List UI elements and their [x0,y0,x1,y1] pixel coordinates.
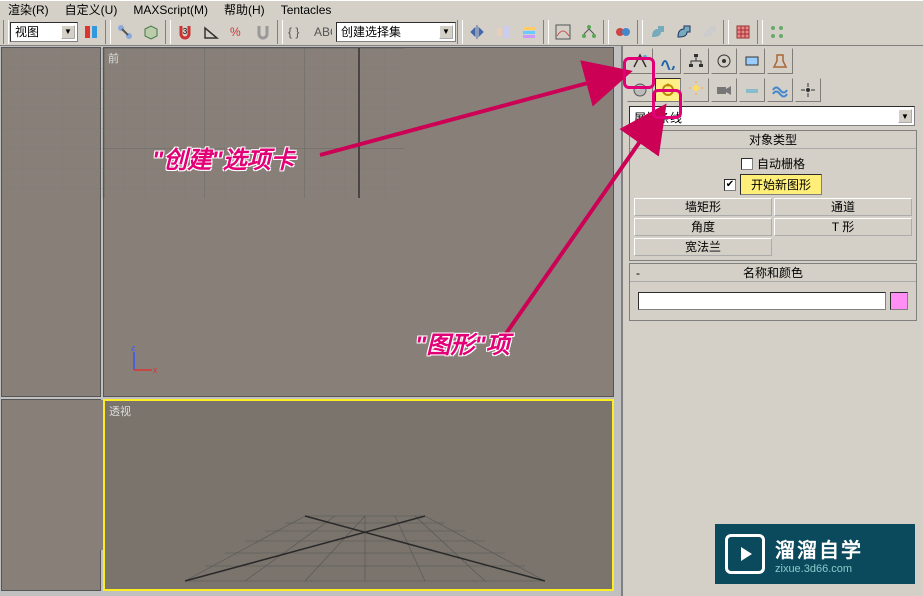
menu-bar: 渲染(R) 自定义(U) MAXScript(M) 帮助(H) Tentacle… [0,0,923,18]
obj-btn-wide-flange[interactable]: 宽法兰 [634,238,772,256]
named-sel-left-icon[interactable]: { } [285,20,309,44]
watermark-title: 溜溜自学 [775,534,863,563]
systems-subtab[interactable] [795,78,821,102]
autogrid-checkbox[interactable] [741,158,753,170]
keyframe-toggle-icon[interactable] [79,20,103,44]
svg-text:x: x [153,365,158,375]
lights-subtab[interactable] [683,78,709,102]
mirror-icon[interactable] [465,20,489,44]
render-setup-icon[interactable] [645,20,669,44]
annotation-shapes-item: "图形"项 [415,325,510,360]
hierarchy-tab[interactable] [683,48,709,74]
svg-text:z: z [131,346,136,353]
svg-text:%: % [230,25,241,39]
axis-gizmo-icon: z x [128,346,158,376]
viewport-front[interactable]: 前 z x [103,47,614,397]
spacewarps-subtab[interactable] [767,78,793,102]
play-icon [725,534,765,574]
utilities-tab[interactable] [767,48,793,74]
angle-snap-icon[interactable] [199,20,223,44]
perspective-grid [105,401,612,589]
menu-maxscript[interactable]: MAXScript(M) [125,1,216,18]
command-panel-tabs [623,46,923,76]
link-icon[interactable] [113,20,137,44]
obj-btn-channel[interactable]: 通道 [774,198,912,216]
start-new-shape-checkbox[interactable] [724,179,736,191]
separator [757,20,763,44]
rollout-header-name-color[interactable]: 名称和颜色 [630,264,916,282]
chevron-down-icon: ▼ [439,25,453,39]
chevron-down-icon: ▼ [61,25,75,39]
reactor-grid-icon[interactable] [731,20,755,44]
object-color-swatch[interactable] [890,292,908,310]
viewport-label-front: 前 [108,50,119,66]
svg-text:{ }: { } [288,25,299,39]
rollout-object-type: 对象类型 自动栅格 开始新图形 墙矩形 通道 角度 T 形 宽法兰 [629,130,917,261]
chevron-down-icon: ▼ [898,109,912,123]
grip-icon [3,20,9,44]
viewport-perspective[interactable]: 透视 [103,399,614,591]
box-icon[interactable] [139,20,163,44]
reactor-util-icon[interactable] [765,20,789,44]
separator [277,20,283,44]
obj-btn-tee[interactable]: T 形 [774,218,912,236]
snap-toggle-icon[interactable]: 3 [173,20,197,44]
separator [637,20,643,44]
main-toolbar: 视图 ▼ 3 % { } ABC 创建选择集 ▼ [0,18,923,46]
menu-render[interactable]: 渲染(R) [0,1,57,18]
helpers-subtab[interactable] [739,78,765,102]
svg-text:ABC: ABC [314,25,332,39]
spinner-snap-icon[interactable] [251,20,275,44]
view-dropdown-label: 视图 [15,23,39,40]
separator [723,20,729,44]
menu-customize[interactable]: 自定义(U) [57,1,126,18]
modify-tab[interactable] [655,48,681,74]
autogrid-label: 自动栅格 [757,155,805,172]
percent-snap-icon[interactable]: % [225,20,249,44]
obj-btn-angle[interactable]: 角度 [634,218,772,236]
render-frame-icon[interactable] [671,20,695,44]
highlight-create-tab [623,57,655,89]
command-panel: 展样条线 ▼ 对象类型 自动栅格 开始新图形 墙矩形 通道 角度 T 形 宽法兰 [621,46,923,596]
quick-render-icon[interactable] [697,20,721,44]
motion-tab[interactable] [711,48,737,74]
separator [543,20,549,44]
start-new-shape-button[interactable]: 开始新图形 [740,174,822,195]
align-icon[interactable] [491,20,515,44]
separator [105,20,111,44]
curve-editor-icon[interactable] [551,20,575,44]
menu-help[interactable]: 帮助(H) [216,1,273,18]
layer-manager-icon[interactable] [517,20,541,44]
separator [165,20,171,44]
display-tab[interactable] [739,48,765,74]
watermark: 溜溜自学 zixue.3d66.com [715,524,915,584]
menu-tentacles[interactable]: Tentacles [273,1,340,18]
viewport-area: 前 z x 透视 [0,46,621,596]
view-dropdown[interactable]: 视图 ▼ [10,22,78,42]
watermark-sub: zixue.3d66.com [775,563,863,575]
named-selection-dropdown[interactable]: 创建选择集 ▼ [336,22,456,42]
rollout-name-color: 名称和颜色 [629,263,917,321]
material-editor-icon[interactable] [611,20,635,44]
highlight-shapes-subtab [652,89,682,119]
cameras-subtab[interactable] [711,78,737,102]
rollout-header-object-type[interactable]: 对象类型 [630,131,916,149]
viewport-left-strip[interactable] [1,47,101,397]
obj-btn-wall-rect[interactable]: 墙矩形 [634,198,772,216]
viewport-bottom-left[interactable] [1,399,101,591]
grid-lines [104,48,404,198]
object-name-input[interactable] [638,292,886,310]
separator [457,20,463,44]
named-selection-label: 创建选择集 [341,23,401,40]
annotation-create-tab: "创建"选项卡 [152,140,295,175]
schematic-view-icon[interactable] [577,20,601,44]
named-sel-abc-icon[interactable]: ABC [311,20,335,44]
separator [603,20,609,44]
